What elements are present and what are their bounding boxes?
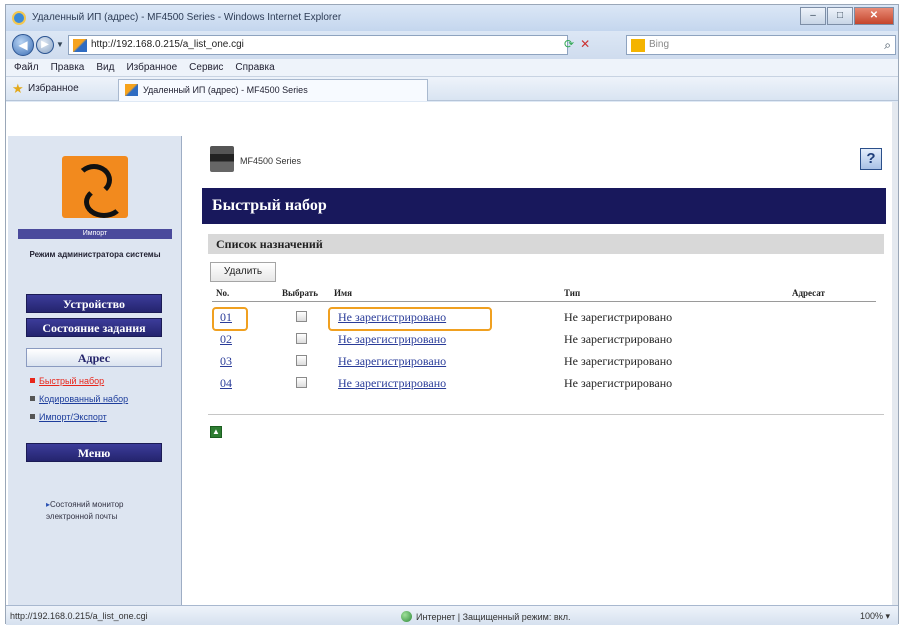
sidebar-item-address[interactable]: Адрес xyxy=(26,348,162,367)
title-bar: Удаленный ИП (адрес) - MF4500 Series - W… xyxy=(6,5,898,31)
zoom-level[interactable]: 100% ▾ xyxy=(860,611,890,622)
row-type: Не зарегистрировано xyxy=(564,332,673,346)
import-export-link[interactable]: Импорт/Экспорт xyxy=(39,412,107,422)
select-checkbox[interactable] xyxy=(296,311,307,322)
section-title: Список назначений xyxy=(208,234,884,254)
col-name: Имя xyxy=(334,288,352,298)
table-row: 03 Не зарегистрировано Не зарегистрирова… xyxy=(212,350,876,372)
remote-ui-logo xyxy=(62,156,128,218)
favorites-bar: ★ Избранное Удаленный ИП (адрес) - MF450… xyxy=(6,77,898,101)
window-controls: – □ ✕ xyxy=(800,7,894,25)
menu-edit[interactable]: Правка xyxy=(51,62,85,73)
bullet-icon xyxy=(30,414,35,419)
menu-view[interactable]: Вид xyxy=(96,62,114,73)
menu-tools[interactable]: Сервис xyxy=(189,62,223,73)
zoom-value: 100% xyxy=(859,611,883,621)
sidebar: Импорт Режим администратора системы Устр… xyxy=(8,136,182,606)
table-row: 02 Не зарегистрировано Не зарегистрирова… xyxy=(212,328,876,350)
row-number-link[interactable]: 02 xyxy=(220,332,232,347)
bullet-icon xyxy=(30,378,35,383)
delete-button[interactable]: Удалить xyxy=(210,262,276,282)
ie-icon xyxy=(12,11,26,25)
back-button[interactable]: ◀ xyxy=(12,34,34,56)
mode-label: Импорт xyxy=(18,229,172,239)
stop-icon[interactable]: ✕ xyxy=(580,37,590,51)
row-name-link[interactable]: Не зарегистрировано xyxy=(338,354,446,369)
menu-file[interactable]: Файл xyxy=(14,62,39,73)
table-header: No. Выбрать Имя Тип Адресат xyxy=(212,288,876,302)
maximize-button[interactable]: □ xyxy=(827,7,853,25)
vertical-scrollbar[interactable] xyxy=(892,102,898,605)
speed-dial-link[interactable]: Быстрый набор xyxy=(39,376,104,386)
row-type: Не зарегистрировано xyxy=(564,310,673,324)
col-address: Адресат xyxy=(792,288,825,298)
forward-button[interactable]: ▶ xyxy=(36,36,54,54)
refresh-icon[interactable]: ⟳ xyxy=(564,37,574,51)
highlight-name xyxy=(328,307,492,331)
window-title: Удаленный ИП (адрес) - MF4500 Series - W… xyxy=(32,12,342,23)
security-zone-text: Интернет | Защищенный режим: вкл. xyxy=(416,612,571,622)
address-tools: ⟳ ✕ xyxy=(564,37,590,51)
close-button[interactable]: ✕ xyxy=(854,7,894,25)
row-name-link[interactable]: Не зарегистрировано xyxy=(338,376,446,391)
divider xyxy=(208,414,884,415)
select-checkbox[interactable] xyxy=(296,333,307,344)
select-checkbox[interactable] xyxy=(296,377,307,388)
search-icon[interactable]: ⌕ xyxy=(884,38,891,53)
history-dropdown-icon[interactable]: ▼ xyxy=(56,40,64,49)
globe-icon xyxy=(401,611,412,622)
tab-favicon xyxy=(125,84,138,96)
page-area: Импорт Режим администратора системы Устр… xyxy=(6,102,894,606)
site-favicon xyxy=(73,39,87,52)
col-type: Тип xyxy=(564,288,581,298)
menu-bar: Файл Правка Вид Избранное Сервис Справка xyxy=(6,59,898,77)
main-content: MF4500 Series ? Быстрый набор Список наз… xyxy=(202,136,886,606)
bullet-icon xyxy=(30,396,35,401)
select-checkbox[interactable] xyxy=(296,355,307,366)
favorites-label[interactable]: Избранное xyxy=(28,83,79,94)
sidebar-item-job-status[interactable]: Состояние задания xyxy=(26,318,162,337)
col-no: No. xyxy=(216,288,230,298)
table-row: 01 Не зарегистрировано Не зарегистрирова… xyxy=(212,306,876,328)
search-placeholder: Bing xyxy=(649,39,670,50)
page-title: Быстрый набор xyxy=(202,188,886,224)
back-to-top-icon[interactable]: ▲ xyxy=(210,426,222,438)
sidebar-sub-coded-dial[interactable]: Кодированный набор xyxy=(30,394,128,404)
menu-favorites[interactable]: Избранное xyxy=(126,62,177,73)
search-box[interactable]: Bing ⌕ xyxy=(626,35,896,55)
row-name-link[interactable]: Не зарегистрировано xyxy=(338,332,446,347)
security-zone: Интернет | Защищенный режим: вкл. xyxy=(401,611,570,622)
status-url: http://192.168.0.215/a_list_one.cgi xyxy=(10,611,148,621)
browser-tab[interactable]: Удаленный ИП (адрес) - MF4500 Series xyxy=(118,79,428,101)
device-model: MF4500 Series xyxy=(240,156,302,166)
menu-help[interactable]: Справка xyxy=(235,62,274,73)
table-row: 04 Не зарегистрировано Не зарегистрирова… xyxy=(212,372,876,394)
address-bar[interactable]: http://192.168.0.215/a_list_one.cgi xyxy=(68,35,568,55)
row-type: Не зарегистрировано xyxy=(564,354,673,368)
highlight-number xyxy=(212,307,248,331)
bing-icon xyxy=(631,39,645,52)
sidebar-sub-speed-dial[interactable]: Быстрый набор xyxy=(30,376,104,386)
admin-mode-text: Режим администратора системы xyxy=(29,250,161,259)
sidebar-item-device[interactable]: Устройство xyxy=(26,294,162,313)
sidebar-sub-import-export[interactable]: Импорт/Экспорт xyxy=(30,412,107,422)
favorites-star-icon[interactable]: ★ xyxy=(12,81,24,97)
row-number-link[interactable]: 03 xyxy=(220,354,232,369)
printer-icon xyxy=(210,146,234,172)
address-toolbar: ◀ ▶ ▼ http://192.168.0.215/a_list_one.cg… xyxy=(6,31,898,59)
row-number-link[interactable]: 04 xyxy=(220,376,232,391)
coded-dial-link[interactable]: Кодированный набор xyxy=(39,394,128,404)
email-monitor-label[interactable]: Состояний монитор электронной почты xyxy=(46,500,123,521)
col-select: Выбрать xyxy=(282,288,318,298)
tab-title: Удаленный ИП (адрес) - MF4500 Series xyxy=(143,85,308,95)
minimize-button[interactable]: – xyxy=(800,7,826,25)
status-bar: http://192.168.0.215/a_list_one.cgi Инте… xyxy=(6,605,898,625)
help-icon[interactable]: ? xyxy=(860,148,882,170)
address-url: http://192.168.0.215/a_list_one.cgi xyxy=(91,39,244,50)
browser-window: Удаленный ИП (адрес) - MF4500 Series - W… xyxy=(5,4,899,625)
sidebar-item-menu[interactable]: Меню xyxy=(26,443,162,462)
email-monitor-link[interactable]: ▸Состояний монитор электронной почты xyxy=(46,499,166,523)
row-type: Не зарегистрировано xyxy=(564,376,673,390)
